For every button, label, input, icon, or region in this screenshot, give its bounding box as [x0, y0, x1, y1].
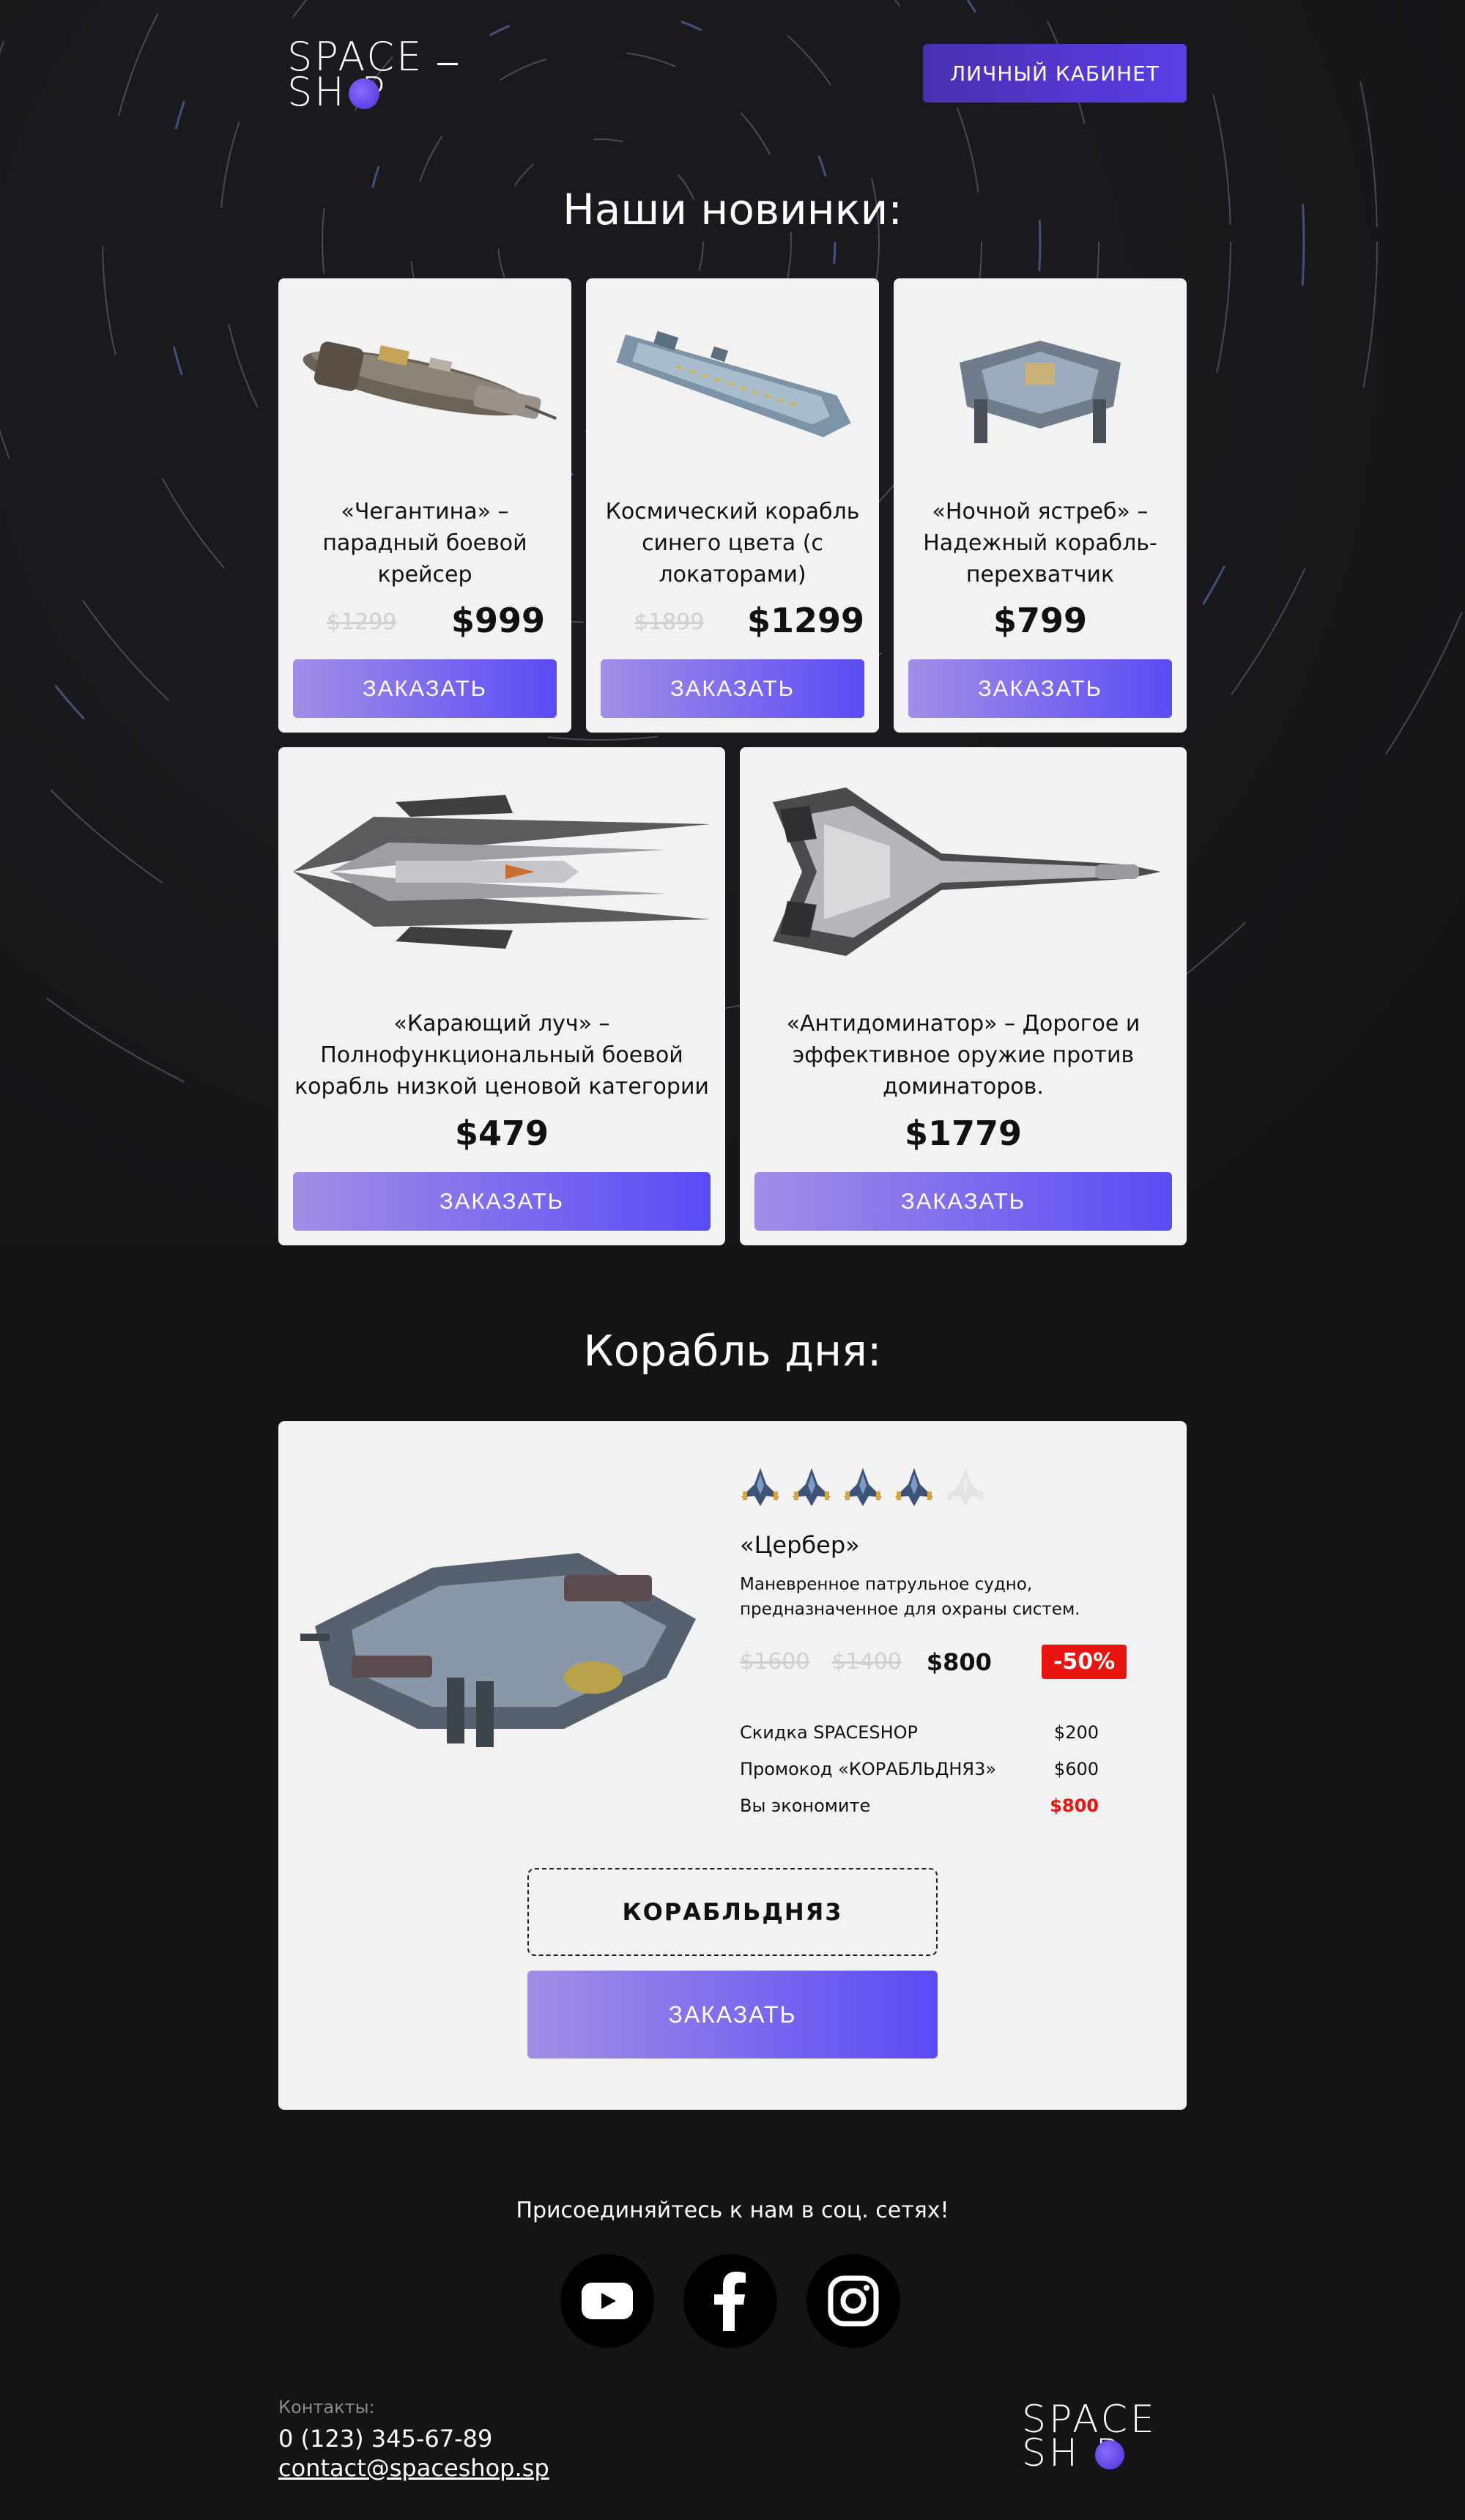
- youtube-icon: [582, 2283, 633, 2319]
- promo-code-box[interactable]: КОРАБЛЬДНЯ3: [527, 1868, 938, 1956]
- facebook-icon: [714, 2272, 746, 2331]
- summary-row: Скидка SPACESHOP $200: [740, 1714, 1099, 1751]
- footer-logo[interactable]: SPACE SH P: [1022, 2401, 1183, 2473]
- order-button[interactable]: ЗАКАЗАТЬ: [908, 659, 1172, 718]
- product-card: Космический корабль синего цвета (с лока…: [586, 278, 879, 733]
- contact-email[interactable]: contact@spaceshop.sp: [278, 2454, 549, 2482]
- order-button[interactable]: ЗАКАЗАТЬ: [293, 1172, 711, 1231]
- product-price: $799: [993, 601, 1088, 640]
- summary-row: Вы экономите $800: [740, 1787, 1099, 1824]
- rating-star-empty-icon: [943, 1465, 987, 1509]
- news-section-title: Наши новинки:: [563, 185, 902, 234]
- rating-star-filled-icon: [892, 1465, 936, 1509]
- ship-of-day-title: Корабль дня:: [583, 1326, 882, 1376]
- ship-name: «Цербер»: [740, 1531, 860, 1559]
- summary-value-saved: $800: [1050, 1796, 1099, 1816]
- ship-prices: $1600 $1400 $800 -50%: [740, 1645, 1127, 1679]
- product-price: $1779: [904, 1113, 1023, 1153]
- product-price: $999: [451, 601, 546, 640]
- product-description: «Ночной ястреб» – Надежный корабль-перех…: [923, 499, 1157, 588]
- social-title: Присоединяйтесь к нам в соц. сетях!: [516, 2198, 949, 2223]
- product-price: $1299: [747, 601, 865, 640]
- product-card: «Ночной ястреб» – Надежный корабль-перех…: [894, 278, 1187, 733]
- facebook-link[interactable]: [683, 2254, 777, 2348]
- ray-ship-image: [278, 747, 725, 996]
- product-description: Космический корабль синего цвета (с лока…: [605, 499, 860, 588]
- rating-star-filled-icon: [841, 1465, 885, 1509]
- product-card: «Карающий луч» – Полнофункциональный бое…: [278, 747, 725, 1245]
- product-price: $479: [454, 1113, 549, 1153]
- product-description: «Карающий луч» – Полнофункциональный бое…: [294, 1011, 709, 1100]
- contacts-label: Контакты:: [278, 2397, 375, 2417]
- instagram-icon: [828, 2275, 879, 2327]
- current-price: $800: [926, 1648, 992, 1676]
- order-button[interactable]: ЗАКАЗАТЬ: [293, 659, 557, 718]
- product-description: «Антидоминатор» – Дорогое и эффективное …: [786, 1011, 1141, 1100]
- old-price-1: $1600: [740, 1649, 810, 1675]
- product-old-price: $1899: [634, 609, 705, 635]
- logo-dash: [437, 63, 458, 65]
- cruiser-ship-image: [278, 278, 571, 491]
- blue-ship-image: [586, 278, 879, 491]
- order-button[interactable]: ЗАКАЗАТЬ: [601, 659, 864, 718]
- product-card: «Чегантина» – парадный боевой крейсер $1…: [278, 278, 571, 733]
- logo-planet-icon: [1095, 2440, 1124, 2469]
- cerberus-ship-image: [286, 1509, 711, 1758]
- personal-cabinet-button[interactable]: ЛИЧНЫЙ КАБИНЕТ: [923, 44, 1187, 103]
- summary-label: Вы экономите: [740, 1796, 871, 1816]
- summary-label: Промокод «КОРАБЛЬДНЯ3»: [740, 1759, 997, 1779]
- product-description: «Чегантина» – парадный боевой крейсер: [322, 499, 527, 588]
- social-links: [560, 2254, 900, 2348]
- order-button[interactable]: ЗАКАЗАТЬ: [754, 1172, 1172, 1231]
- youtube-link[interactable]: [560, 2254, 654, 2348]
- rating-star-filled-icon: [738, 1465, 782, 1509]
- price-summary: Скидка SPACESHOP $200 Промокод «КОРАБЛЬД…: [740, 1714, 1099, 1824]
- discount-badge: -50%: [1041, 1645, 1127, 1679]
- summary-value: $600: [1053, 1759, 1099, 1779]
- instagram-link[interactable]: [806, 2254, 900, 2348]
- product-old-price: $1299: [327, 609, 397, 635]
- ship-of-day-card: «Цербер» Маневренное патрульное судно, п…: [278, 1421, 1187, 2110]
- summary-value: $200: [1053, 1722, 1099, 1743]
- order-button[interactable]: ЗАКАЗАТЬ: [527, 1971, 938, 2058]
- rating-star-filled-icon: [790, 1465, 834, 1509]
- logo-planet-icon: [349, 78, 379, 109]
- spaceshop-logo[interactable]: SPACE SH P: [287, 37, 458, 112]
- ship-description: Маневренное патрульное судно, предназнач…: [740, 1575, 1080, 1619]
- hawk-ship-image: [894, 278, 1187, 491]
- rating-stars: [738, 1465, 987, 1509]
- product-card: «Антидоминатор» – Дорогое и эффективное …: [740, 747, 1187, 1245]
- contact-phone[interactable]: 0 (123) 345-67-89: [278, 2425, 492, 2453]
- old-price-2: $1400: [831, 1649, 902, 1675]
- summary-label: Скидка SPACESHOP: [740, 1722, 919, 1743]
- fighter-ship-image: [740, 747, 1187, 996]
- summary-row: Промокод «КОРАБЛЬДНЯ3» $600: [740, 1751, 1099, 1787]
